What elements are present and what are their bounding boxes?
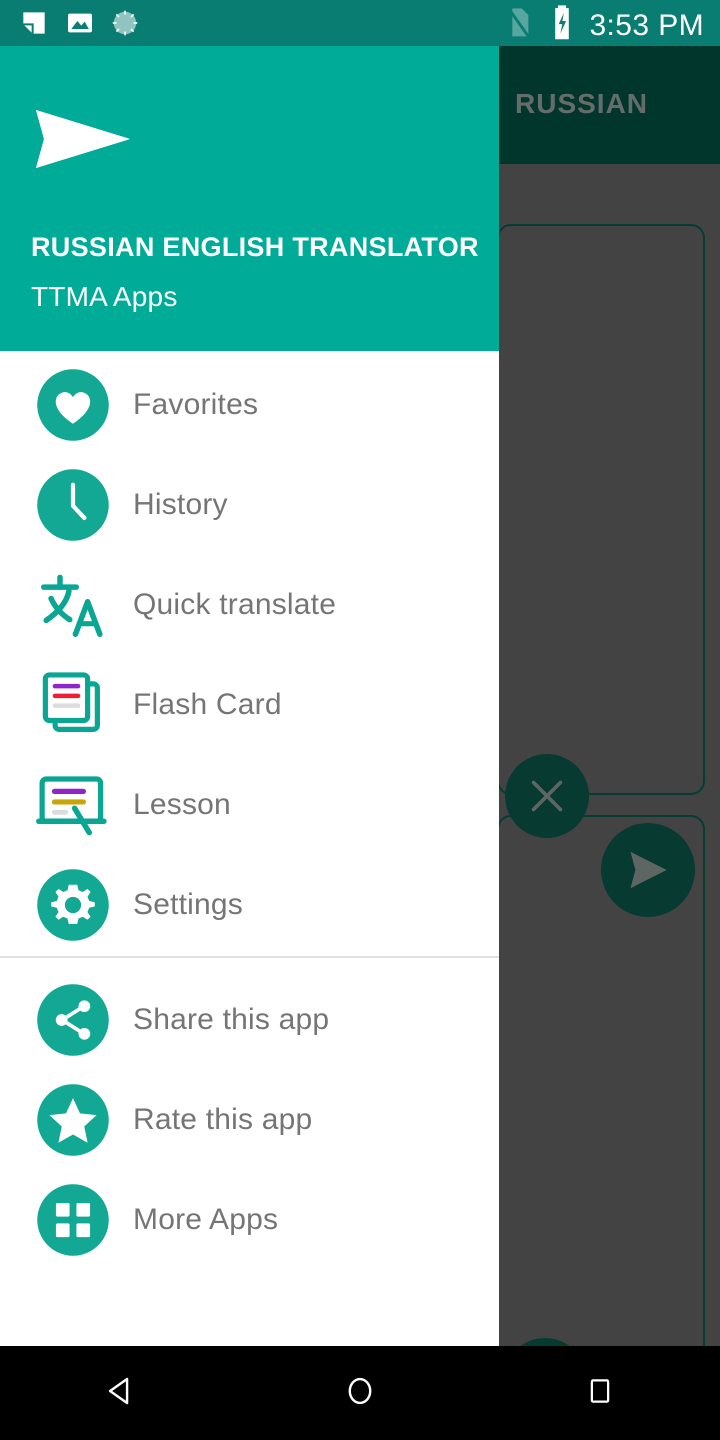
status-bar-left-icons — [18, 7, 140, 44]
status-bar: 3:53 PM — [0, 0, 720, 46]
drawer-app-title: RUSSIAN ENGLISH TRANSLATOR — [31, 232, 479, 262]
drawer-app-subtitle: TTMA Apps — [31, 281, 178, 312]
sidebar-item-rate-this-app[interactable]: Rate this app — [0, 1070, 499, 1170]
sidebar-item-label: Rate this app — [133, 1103, 313, 1136]
home-button[interactable] — [305, 1346, 415, 1440]
sidebar-item-label: Flash Card — [133, 688, 282, 721]
flash-card-icon — [32, 664, 114, 746]
sidebar-item-settings[interactable]: Settings — [0, 855, 499, 955]
sidebar-item-history[interactable]: History — [0, 455, 499, 555]
heart-icon — [32, 364, 114, 446]
sidebar-item-favorites[interactable]: Favorites — [0, 355, 499, 455]
sidebar-item-label: Lesson — [133, 788, 231, 821]
drawer-primary-menu: Favorites History Quick translate Flash … — [0, 351, 499, 955]
no-sim-icon — [503, 4, 535, 47]
sidebar-item-label: Settings — [133, 888, 243, 921]
drawer-secondary-menu: Share this app Rate this app More Apps — [0, 958, 499, 1270]
share-icon — [32, 979, 114, 1061]
sidebar-item-share-this-app[interactable]: Share this app — [0, 970, 499, 1070]
recents-button[interactable] — [545, 1346, 655, 1440]
clock-icon — [32, 464, 114, 546]
back-button[interactable] — [65, 1346, 175, 1440]
sync-spinner-icon — [110, 8, 140, 43]
triangle-back-icon — [103, 1374, 137, 1413]
translate-icon — [32, 564, 114, 646]
sidebar-item-quick-translate[interactable]: Quick translate — [0, 555, 499, 655]
screenshot-icon — [18, 7, 50, 44]
sidebar-item-flash-card[interactable]: Flash Card — [0, 655, 499, 755]
gear-icon — [32, 864, 114, 946]
drawer-header: RUSSIAN ENGLISH TRANSLATOR TTMA Apps — [0, 46, 499, 351]
image-icon — [64, 7, 96, 44]
android-screen: RUSSIAN 3:53 PM RUSSIAN ENGLISH TRANSLAT… — [0, 0, 720, 1440]
sidebar-item-label: Share this app — [133, 1003, 330, 1036]
navigation-drawer[interactable]: RUSSIAN ENGLISH TRANSLATOR TTMA Apps Fav… — [0, 46, 499, 1346]
grid-apps-icon — [32, 1179, 114, 1261]
paper-plane-logo — [28, 84, 138, 199]
android-navigation-bar — [0, 1346, 720, 1440]
sidebar-item-label: More Apps — [133, 1203, 279, 1236]
status-bar-right-icons: 3:53 PM — [503, 4, 704, 47]
sidebar-item-label: Favorites — [133, 388, 259, 421]
square-recents-icon — [585, 1376, 615, 1411]
lesson-board-icon — [32, 764, 114, 846]
circle-home-icon — [343, 1374, 377, 1413]
sidebar-item-label: History — [133, 488, 228, 521]
sidebar-item-more-apps[interactable]: More Apps — [0, 1170, 499, 1270]
star-icon — [32, 1079, 114, 1161]
status-bar-clock: 3:53 PM — [589, 8, 704, 42]
battery-charging-icon — [549, 4, 575, 47]
sidebar-item-lesson[interactable]: Lesson — [0, 755, 499, 855]
sidebar-item-label: Quick translate — [133, 588, 337, 621]
